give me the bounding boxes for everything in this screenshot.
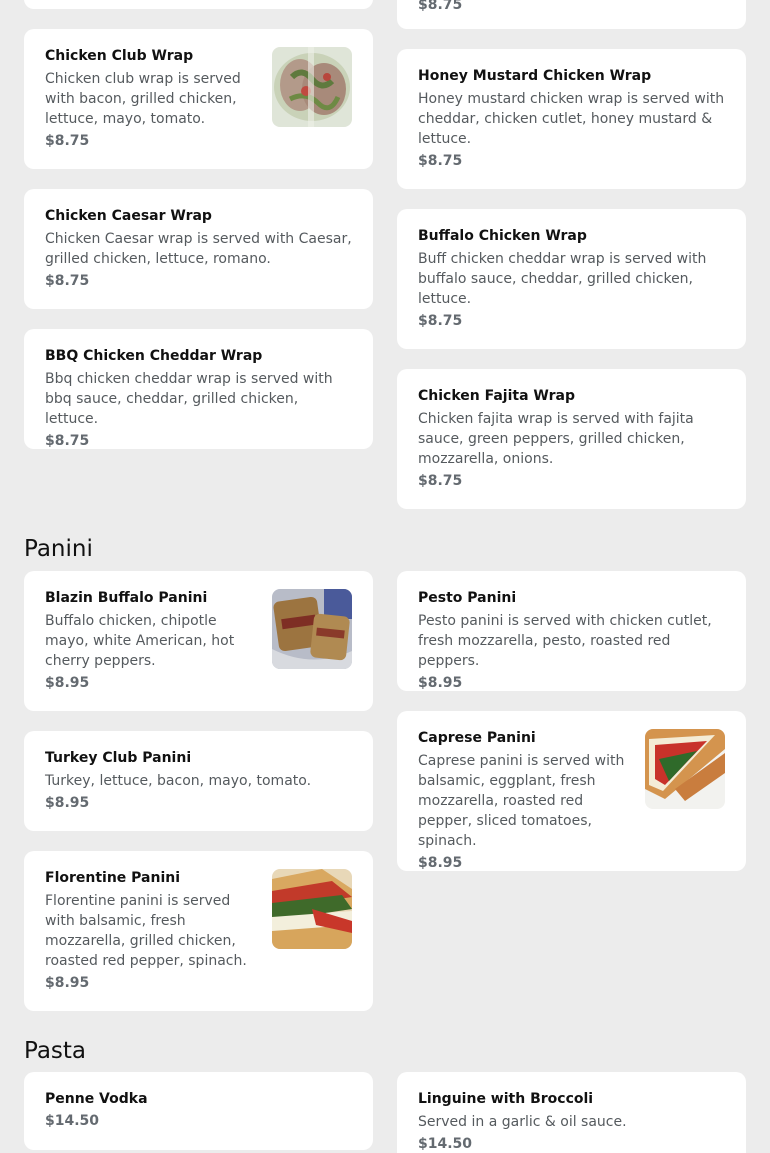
item-price: $14.50 <box>45 1113 100 1129</box>
item-description: Chicken fajita wrap is served with fajit… <box>418 411 694 467</box>
menu-item-linguine-with-broccoli[interactable]: Linguine with Broccoli Served in a garli… <box>397 1072 746 1153</box>
item-price: $8.75 <box>45 133 90 149</box>
item-name: Chicken Fajita Wrap <box>418 388 575 404</box>
menu-item-card-partial[interactable] <box>24 0 373 9</box>
item-price: $8.95 <box>418 675 463 691</box>
section-title-pasta: Pasta <box>24 1038 87 1064</box>
item-description: Florentine panini is served with balsami… <box>45 893 247 969</box>
chicken-club-wrap-photo <box>272 47 352 127</box>
item-price: $8.75 <box>418 313 463 329</box>
menu-item-pesto-panini[interactable]: Pesto Panini Pesto panini is served with… <box>397 571 746 691</box>
item-price: $8.75 <box>45 273 90 289</box>
blazin-buffalo-panini-photo <box>272 589 352 669</box>
item-name: Honey Mustard Chicken Wrap <box>418 68 652 84</box>
menu-item-caprese-panini[interactable]: Caprese Panini Caprese panini is served … <box>397 711 746 871</box>
item-description: Bbq chicken cheddar wrap is served with … <box>45 371 333 427</box>
item-description: Pesto panini is served with chicken cutl… <box>418 613 712 669</box>
item-name: Buffalo Chicken Wrap <box>418 228 587 244</box>
item-name: Pesto Panini <box>418 590 517 606</box>
section-title-panini: Panini <box>24 536 93 562</box>
menu-item-blazin-buffalo-panini[interactable]: Blazin Buffalo Panini Buffalo chicken, c… <box>24 571 373 711</box>
florentine-panini-photo <box>272 869 352 949</box>
item-price: $14.50 <box>418 1136 473 1152</box>
item-description: Turkey, lettuce, bacon, mayo, tomato. <box>45 773 312 789</box>
item-description: Honey mustard chicken wrap is served wit… <box>418 91 725 147</box>
item-description: Caprese panini is served with balsamic, … <box>418 753 625 849</box>
menu-item-honey-mustard-chicken-wrap[interactable]: Honey Mustard Chicken Wrap Honey mustard… <box>397 49 746 189</box>
menu-item-florentine-panini[interactable]: Florentine Panini Florentine panini is s… <box>24 851 373 1011</box>
item-name: Caprese Panini <box>418 730 536 746</box>
menu-item-chicken-fajita-wrap[interactable]: Chicken Fajita Wrap Chicken fajita wrap … <box>397 369 746 509</box>
menu-item-card-partial[interactable]: $8.75 <box>397 0 746 29</box>
item-price: $8.95 <box>418 855 463 871</box>
item-name: Linguine with Broccoli <box>418 1091 594 1107</box>
item-name: Florentine Panini <box>45 870 181 886</box>
menu-item-chicken-club-wrap[interactable]: Chicken Club Wrap Chicken club wrap is s… <box>24 29 373 169</box>
item-name: BBQ Chicken Cheddar Wrap <box>45 348 263 364</box>
item-name: Chicken Caesar Wrap <box>45 208 212 224</box>
menu-page: $8.75 Chicken Club Wrap Chicken club wra… <box>0 0 770 1153</box>
item-description: Buffalo chicken, chipotle mayo, white Am… <box>45 613 235 669</box>
item-price: $8.95 <box>45 795 90 811</box>
menu-item-chicken-caesar-wrap[interactable]: Chicken Caesar Wrap Chicken Caesar wrap … <box>24 189 373 309</box>
item-name: Penne Vodka <box>45 1091 148 1107</box>
item-name: Chicken Club Wrap <box>45 48 194 64</box>
item-description: Chicken Caesar wrap is served with Caesa… <box>45 231 352 267</box>
menu-item-penne-vodka[interactable]: Penne Vodka $14.50 <box>24 1072 373 1150</box>
item-name: Blazin Buffalo Panini <box>45 590 208 606</box>
item-price: $8.75 <box>418 473 463 489</box>
menu-item-buffalo-chicken-wrap[interactable]: Buffalo Chicken Wrap Buff chicken chedda… <box>397 209 746 349</box>
menu-item-turkey-club-panini[interactable]: Turkey Club Panini Turkey, lettuce, baco… <box>24 731 373 831</box>
item-price: $8.75 <box>418 153 463 169</box>
item-name: Turkey Club Panini <box>45 750 192 766</box>
menu-item-bbq-chicken-cheddar-wrap[interactable]: BBQ Chicken Cheddar Wrap Bbq chicken che… <box>24 329 373 449</box>
item-price: $8.75 <box>45 433 90 449</box>
item-description: Chicken club wrap is served with bacon, … <box>45 71 241 127</box>
item-description: Served in a garlic & oil sauce. <box>418 1114 627 1130</box>
item-price: $8.95 <box>45 675 90 691</box>
item-price: $8.95 <box>45 975 90 991</box>
item-price: $8.75 <box>418 0 463 13</box>
item-description: Buff chicken cheddar wrap is served with… <box>418 251 707 307</box>
caprese-panini-photo <box>645 729 725 809</box>
